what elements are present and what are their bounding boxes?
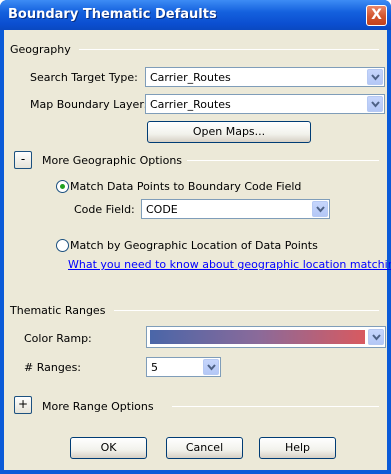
match-geographic-location-label[interactable]: Match by Geographic Location of Data Poi… [70,239,318,252]
color-ramp-swatch [150,330,365,344]
match-geographic-location-radio[interactable] [56,239,69,252]
open-maps-button[interactable]: Open Maps... [147,121,311,143]
geographic-options-section-label: More Geographic Options [42,154,183,167]
search-target-type-value: Carrier_Routes [150,71,231,84]
map-boundary-layer-label: Map Boundary Layer: [30,98,148,111]
match-code-field-label[interactable]: Match Data Points to Boundary Code Field [70,180,301,193]
minus-icon: - [20,152,26,166]
title-bar[interactable]: Boundary Thematic Defaults X [0,0,391,30]
range-options-divider [172,406,379,407]
chevron-down-icon[interactable] [367,96,383,112]
color-ramp-label: Color Ramp: [24,332,92,345]
close-icon: X [371,7,382,23]
code-field-value: CODE [146,203,178,216]
geography-divider [79,49,379,50]
dialog-window: Boundary Thematic Defaults X Geography S… [0,0,391,474]
search-target-type-label: Search Target Type: [30,71,138,84]
close-button[interactable]: X [366,5,387,26]
plus-icon: + [17,397,29,411]
code-field-label: Code Field: [74,203,135,216]
chevron-down-icon[interactable] [312,201,328,217]
chevron-down-icon[interactable] [368,329,384,345]
geographic-options-divider [187,160,379,161]
chevron-down-icon[interactable] [367,69,383,85]
geographic-matching-help-link[interactable]: What you need to know about geographic l… [68,258,391,271]
search-target-type-select[interactable]: Carrier_Routes [145,67,385,87]
ranges-count-value: 5 [151,361,158,374]
cancel-button[interactable]: Cancel [166,437,243,459]
code-field-select[interactable]: CODE [141,199,330,219]
expand-range-options-toggle[interactable]: + [14,396,32,414]
match-code-field-radio[interactable] [56,180,69,193]
thematic-ranges-divider [114,310,379,311]
dialog-body: Geography Search Target Type: Carrier_Ro… [4,30,391,470]
collapse-geographic-options-toggle[interactable]: - [14,151,32,169]
ranges-count-select[interactable]: 5 [146,357,221,377]
map-boundary-layer-value: Carrier_Routes [150,98,231,111]
ranges-count-label: # Ranges: [24,361,82,374]
ok-button[interactable]: OK [70,437,147,459]
window-title: Boundary Thematic Defaults [8,7,217,22]
color-ramp-select[interactable] [146,326,386,348]
map-boundary-layer-select[interactable]: Carrier_Routes [145,94,385,114]
range-options-section-label: More Range Options [42,400,154,413]
geography-section-label: Geography [10,43,71,56]
thematic-ranges-section-label: Thematic Ranges [10,304,106,317]
help-button[interactable]: Help [259,437,336,459]
chevron-down-icon[interactable] [203,359,219,375]
